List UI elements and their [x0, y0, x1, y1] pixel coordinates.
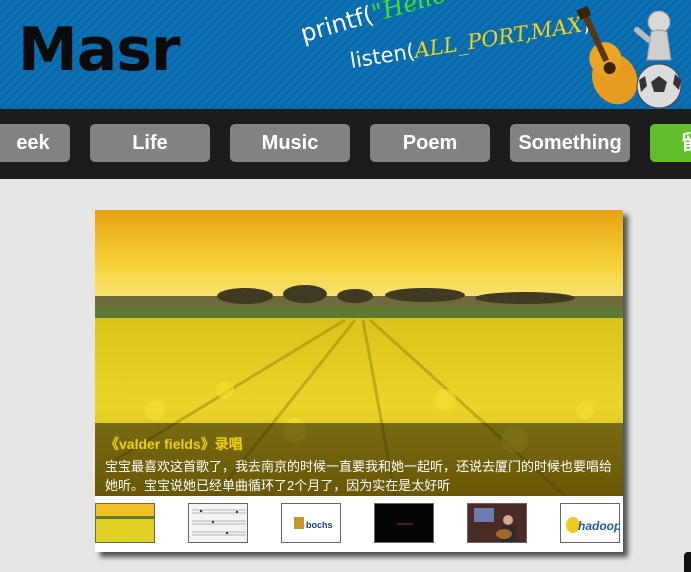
thumbnail-yellow-field[interactable] — [95, 503, 155, 543]
site-header: Masr printf("Hello World") listen(ALL_PO… — [0, 0, 691, 109]
nav-item-poem[interactable]: Poem — [370, 124, 490, 162]
nav-item-guestbook[interactable]: 留 — [650, 124, 691, 162]
slide-caption-text: 宝宝最喜欢这首歌了，我去南京的时候一直要我和她一起听，还说去厦门的时候也要唱给她… — [105, 459, 613, 493]
nav-item-geek[interactable]: eek — [0, 124, 70, 162]
thumbnail-sheet-music[interactable] — [188, 503, 248, 543]
nav-item-something[interactable]: Something — [510, 124, 630, 162]
nav-item-music[interactable]: Music — [230, 124, 350, 162]
thumbnail-guitar-player[interactable] — [467, 503, 527, 543]
code-printf-fn: printf( — [297, 0, 377, 48]
code-listen-args: ALL_PORT,MAX — [412, 12, 584, 63]
slider-thumbnails: bochs hadoop — [95, 497, 623, 552]
thumbnail-hadoop[interactable]: hadoop — [560, 503, 620, 543]
thumbnail-dark-screen[interactable] — [374, 503, 434, 543]
featured-slider: 《valder fields》录唱 宝宝最喜欢这首歌了，我去南京的时候一直要我和… — [95, 210, 623, 552]
slide-caption: 《valder fields》录唱 宝宝最喜欢这首歌了，我去南京的时候一直要我和… — [95, 423, 623, 496]
bochs-logo-text: bochs — [306, 520, 333, 530]
site-logo[interactable]: Masr — [18, 20, 180, 80]
hadoop-logo-text: hadoop — [578, 519, 620, 533]
code-listen-fn: listen( — [348, 39, 417, 73]
nav-item-label: eek — [16, 132, 50, 154]
slide-caption-title[interactable]: 《valder fields》录唱 — [105, 434, 243, 454]
thumbnail-bochs[interactable]: bochs — [281, 503, 341, 543]
nav-item-life[interactable]: Life — [90, 124, 210, 162]
mascot-guitar-football-image — [575, 0, 691, 109]
side-tab[interactable] — [684, 552, 691, 572]
main-nav: eek Life Music Poem Something 留 — [0, 109, 691, 179]
